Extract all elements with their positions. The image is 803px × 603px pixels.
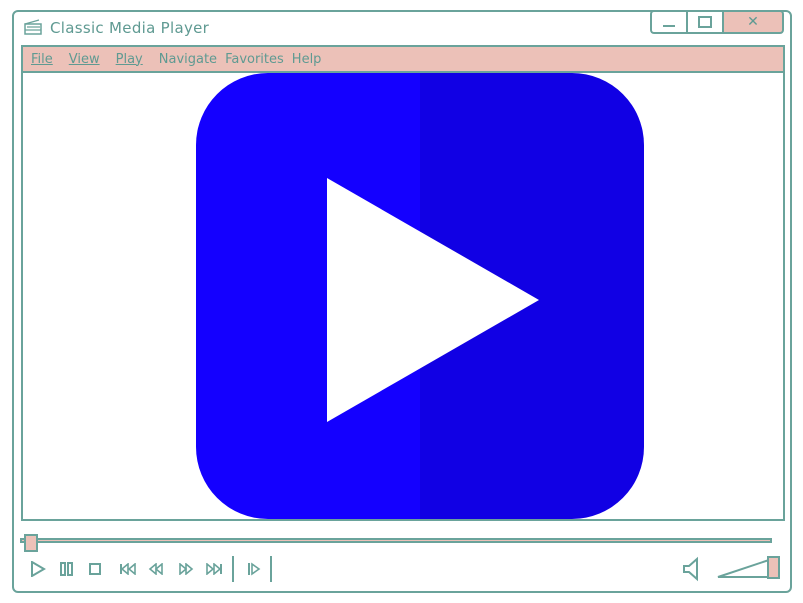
minimize-button[interactable] — [650, 10, 686, 34]
stop-icon — [89, 563, 101, 575]
rewind-button[interactable] — [145, 556, 167, 582]
menu-favorites[interactable]: Favorites — [225, 52, 284, 67]
menu-file[interactable]: File — [31, 52, 53, 67]
skip-forward-button[interactable] — [203, 556, 225, 582]
maximize-icon — [698, 16, 712, 28]
pause-button[interactable] — [56, 556, 78, 582]
seek-thumb[interactable] — [24, 534, 38, 552]
title-bar[interactable]: Classic Media Player ✕ — [14, 10, 790, 44]
speaker-icon[interactable] — [681, 556, 703, 582]
window-title: Classic Media Player — [50, 19, 210, 37]
close-icon: ✕ — [747, 14, 759, 30]
close-button[interactable]: ✕ — [722, 10, 784, 34]
window-controls: ✕ — [650, 10, 784, 34]
rewind-icon — [148, 563, 163, 575]
clapperboard-icon — [24, 19, 42, 35]
volume-slider[interactable] — [716, 556, 782, 580]
pause-icon — [60, 562, 73, 576]
minimize-icon — [663, 25, 675, 27]
skip-back-button[interactable] — [117, 556, 139, 582]
frame-step-icon — [248, 562, 261, 576]
seek-bar[interactable] — [20, 538, 772, 543]
menu-play[interactable]: Play — [116, 52, 143, 67]
big-play-button[interactable] — [196, 73, 644, 519]
control-separator — [232, 556, 234, 582]
menu-help[interactable]: Help — [292, 52, 322, 67]
player-window: Classic Media Player ✕ File View Play Na… — [12, 10, 792, 593]
skip-back-icon — [120, 563, 136, 575]
play-button[interactable] — [27, 556, 49, 582]
menu-navigate[interactable]: Navigate — [159, 52, 217, 67]
stop-button[interactable] — [84, 556, 106, 582]
volume-thumb — [767, 556, 780, 579]
maximize-button[interactable] — [686, 10, 722, 34]
menu-bar: File View Play Navigate Favorites Help — [21, 45, 785, 73]
control-separator — [270, 556, 272, 582]
play-icon — [31, 561, 46, 577]
fast-forward-icon — [179, 563, 194, 575]
menu-view[interactable]: View — [69, 52, 100, 67]
play-icon — [327, 178, 539, 422]
frame-step-button[interactable] — [243, 556, 265, 582]
fast-forward-button[interactable] — [175, 556, 197, 582]
video-viewport[interactable] — [21, 73, 785, 521]
skip-forward-icon — [206, 563, 222, 575]
